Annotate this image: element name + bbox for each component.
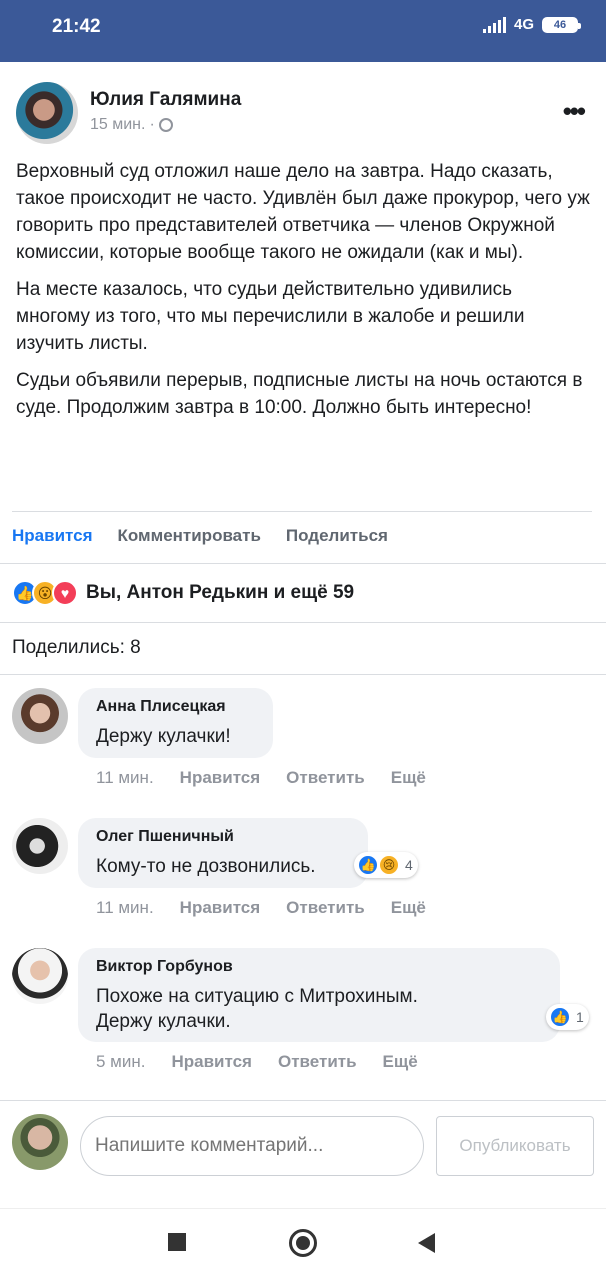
author-avatar[interactable]: [16, 82, 78, 144]
commenter-avatar[interactable]: [12, 948, 68, 1004]
sad-reaction-icon: 😢: [378, 854, 400, 876]
system-nav-bar: [0, 1208, 606, 1280]
comment-meta: 11 мин. Нравится Ответить Ещё: [96, 768, 426, 788]
divider: [0, 674, 606, 675]
signal-icon: [482, 16, 506, 33]
battery-level: 46: [553, 18, 567, 31]
reactions-summary[interactable]: 👍 😮 ♥ Вы, Антон Редькин и ещё 59: [12, 580, 354, 606]
more-options-icon[interactable]: •••: [563, 96, 586, 127]
status-bar: 21:42 4G 46: [0, 0, 606, 62]
commenter-name[interactable]: Виктор Горбунов: [96, 958, 542, 976]
publish-button[interactable]: Опубликовать: [436, 1116, 594, 1176]
reactions-text: Вы, Антон Редькин и ещё 59: [86, 582, 355, 603]
comment-meta: 11 мин. Нравится Ответить Ещё: [96, 898, 426, 918]
comment: Олег Пшеничный Кому-то не дозвонились. 👍…: [12, 818, 592, 928]
comment-input[interactable]: [80, 1116, 424, 1176]
comment-text: Держу кулачки!: [96, 726, 231, 747]
post-paragraph: На месте казалось, что судьи действитель…: [16, 279, 525, 354]
post-body: Верховный суд отложил наше дело на завтр…: [16, 158, 590, 431]
like-reaction-icon: 👍: [549, 1006, 571, 1028]
comment-meta: 5 мин. Нравится Ответить Ещё: [96, 1052, 418, 1072]
commenter-name[interactable]: Олег Пшеничный: [96, 828, 350, 846]
post-meta: 15 мин. ·: [90, 116, 173, 134]
recents-icon[interactable]: [168, 1233, 186, 1251]
comment: Виктор Горбунов Похоже на ситуацию с Мит…: [12, 948, 592, 1078]
home-icon[interactable]: [289, 1229, 317, 1257]
comment-reply-button[interactable]: Ответить: [278, 1052, 357, 1072]
comment-like-button[interactable]: Нравится: [180, 768, 261, 788]
network-type: 4G: [513, 16, 534, 33]
post-author-name[interactable]: Юлия Галямина: [90, 89, 241, 111]
post-time[interactable]: 15 мин.: [90, 116, 145, 134]
comment-button[interactable]: Комментировать: [118, 526, 261, 546]
like-button[interactable]: Нравится: [12, 526, 93, 546]
commenter-avatar[interactable]: [12, 818, 68, 874]
comment-more-button[interactable]: Ещё: [391, 768, 426, 788]
comment-text-line: Держу кулачки.: [96, 1011, 231, 1032]
comment-reply-button[interactable]: Ответить: [286, 768, 365, 788]
status-icons: 4G 46: [482, 16, 581, 33]
meta-separator: ·: [149, 116, 155, 133]
comment-time: 11 мин.: [96, 768, 154, 787]
comment-text-line: Похоже на ситуацию с Митрохиным.: [96, 986, 418, 1007]
comment: Анна Плисецкая Держу кулачки! 11 мин. Нр…: [12, 688, 592, 798]
like-reaction-icon: 👍: [357, 854, 379, 876]
commenter-avatar[interactable]: [12, 688, 68, 744]
post-header: Юлия Галямина 15 мин. · •••: [16, 82, 590, 144]
divider: [0, 622, 606, 623]
comment-more-button[interactable]: Ещё: [391, 898, 426, 918]
comment-reactions[interactable]: 👍 😢 4: [354, 852, 418, 878]
reaction-count: 4: [405, 857, 413, 873]
comment-like-button[interactable]: Нравится: [180, 898, 261, 918]
comment-reply-button[interactable]: Ответить: [286, 898, 365, 918]
comment-bubble: Олег Пшеничный Кому-то не дозвонились.: [78, 818, 368, 888]
divider: [0, 1100, 606, 1101]
comment-bubble: Анна Плисецкая Держу кулачки!: [78, 688, 273, 758]
comment-time: 5 мин.: [96, 1052, 146, 1071]
back-icon[interactable]: [418, 1233, 435, 1253]
comment-composer: Опубликовать: [12, 1114, 596, 1176]
reaction-count: 1: [576, 1009, 584, 1025]
share-button[interactable]: Поделиться: [286, 526, 388, 546]
comment-time: 11 мин.: [96, 898, 154, 917]
shares-count[interactable]: Поделились: 8: [12, 637, 141, 659]
battery-icon: 46: [542, 16, 581, 33]
post-actions: Нравится Комментировать Поделиться: [12, 526, 388, 546]
globe-icon: [158, 118, 173, 132]
post-paragraph: Верховный суд отложил наше дело на завтр…: [16, 161, 590, 263]
comment-reactions[interactable]: 👍 1: [546, 1004, 589, 1030]
comment-like-button[interactable]: Нравится: [171, 1052, 252, 1072]
divider: [0, 563, 606, 564]
comment-more-button[interactable]: Ещё: [383, 1052, 418, 1072]
love-reaction-icon: ♥: [52, 580, 78, 606]
divider: [12, 511, 592, 512]
status-time: 21:42: [52, 16, 101, 37]
current-user-avatar: [12, 1114, 68, 1170]
post-paragraph: Судьи объявили перерыв, подписные листы …: [16, 370, 583, 418]
comment-text: Кому-то не дозвонились.: [96, 856, 316, 877]
comment-bubble: Виктор Горбунов Похоже на ситуацию с Мит…: [78, 948, 560, 1042]
commenter-name[interactable]: Анна Плисецкая: [96, 698, 255, 716]
